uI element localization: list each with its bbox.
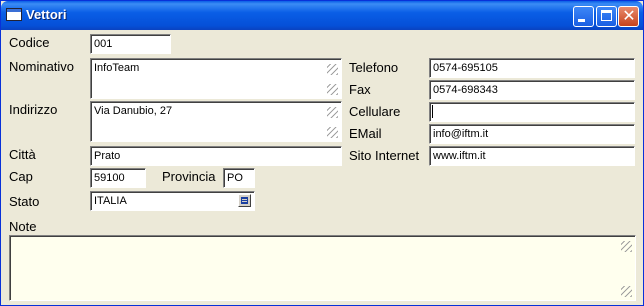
indirizzo-label: Indirizzo xyxy=(9,102,58,117)
close-button[interactable]: ✕ xyxy=(618,6,639,27)
stato-field[interactable]: ITALIA xyxy=(90,191,255,211)
text-caret xyxy=(432,105,433,118)
scroll-up-grip-icon[interactable] xyxy=(621,241,632,252)
indirizzo-value: Via Danubio, 27 xyxy=(94,105,173,117)
maximize-button[interactable] xyxy=(596,6,617,27)
scroll-down-grip-icon[interactable] xyxy=(621,286,632,297)
nominativo-value: InfoTeam xyxy=(94,62,140,74)
title-bar[interactable]: Vettori ✕ xyxy=(1,1,643,30)
scroll-up-grip-icon[interactable] xyxy=(327,64,338,75)
fax-field[interactable]: 0574-698343 xyxy=(429,80,635,100)
email-field[interactable]: info@iftm.it xyxy=(429,124,635,144)
minimize-icon xyxy=(578,19,585,22)
stato-label: Stato xyxy=(9,194,40,209)
fax-label: Fax xyxy=(349,82,371,97)
codice-label: Codice xyxy=(9,35,50,50)
cellulare-label: Cellulare xyxy=(349,104,401,119)
stato-lookup-button[interactable] xyxy=(238,194,251,207)
scroll-down-grip-icon[interactable] xyxy=(327,127,338,138)
citta-field[interactable]: Prato xyxy=(90,146,342,166)
codice-field[interactable]: 001 xyxy=(90,34,171,54)
telefono-field[interactable]: 0574-695105 xyxy=(429,58,635,78)
indirizzo-field[interactable]: Via Danubio, 27 xyxy=(90,101,342,142)
maximize-icon xyxy=(601,10,612,21)
note-label: Note xyxy=(9,219,37,234)
nominativo-field[interactable]: InfoTeam xyxy=(90,58,342,99)
telefono-label: Telefono xyxy=(349,60,399,75)
window-icon[interactable] xyxy=(6,8,22,21)
vettori-window: Vettori ✕ Codice 001 Nominativo InfoTeam… xyxy=(0,0,644,306)
stato-value: ITALIA xyxy=(94,195,127,207)
scroll-down-grip-icon[interactable] xyxy=(327,84,338,95)
scroll-up-grip-icon[interactable] xyxy=(327,107,338,118)
email-label: EMail xyxy=(349,126,382,141)
note-field[interactable] xyxy=(9,235,636,301)
window-title: Vettori xyxy=(26,7,67,22)
minimize-button[interactable] xyxy=(573,6,594,27)
cap-field[interactable]: 59100 xyxy=(90,168,146,188)
citta-label: Città xyxy=(9,147,36,162)
provincia-label: Provincia xyxy=(162,169,216,184)
close-icon: ✕ xyxy=(622,6,636,25)
sito-label: Sito Internet xyxy=(349,148,420,163)
cap-label: Cap xyxy=(9,169,33,184)
provincia-field[interactable]: PO xyxy=(223,168,255,188)
sito-field[interactable]: www.iftm.it xyxy=(429,146,635,166)
nominativo-label: Nominativo xyxy=(9,59,75,74)
cellulare-field[interactable] xyxy=(429,102,635,122)
